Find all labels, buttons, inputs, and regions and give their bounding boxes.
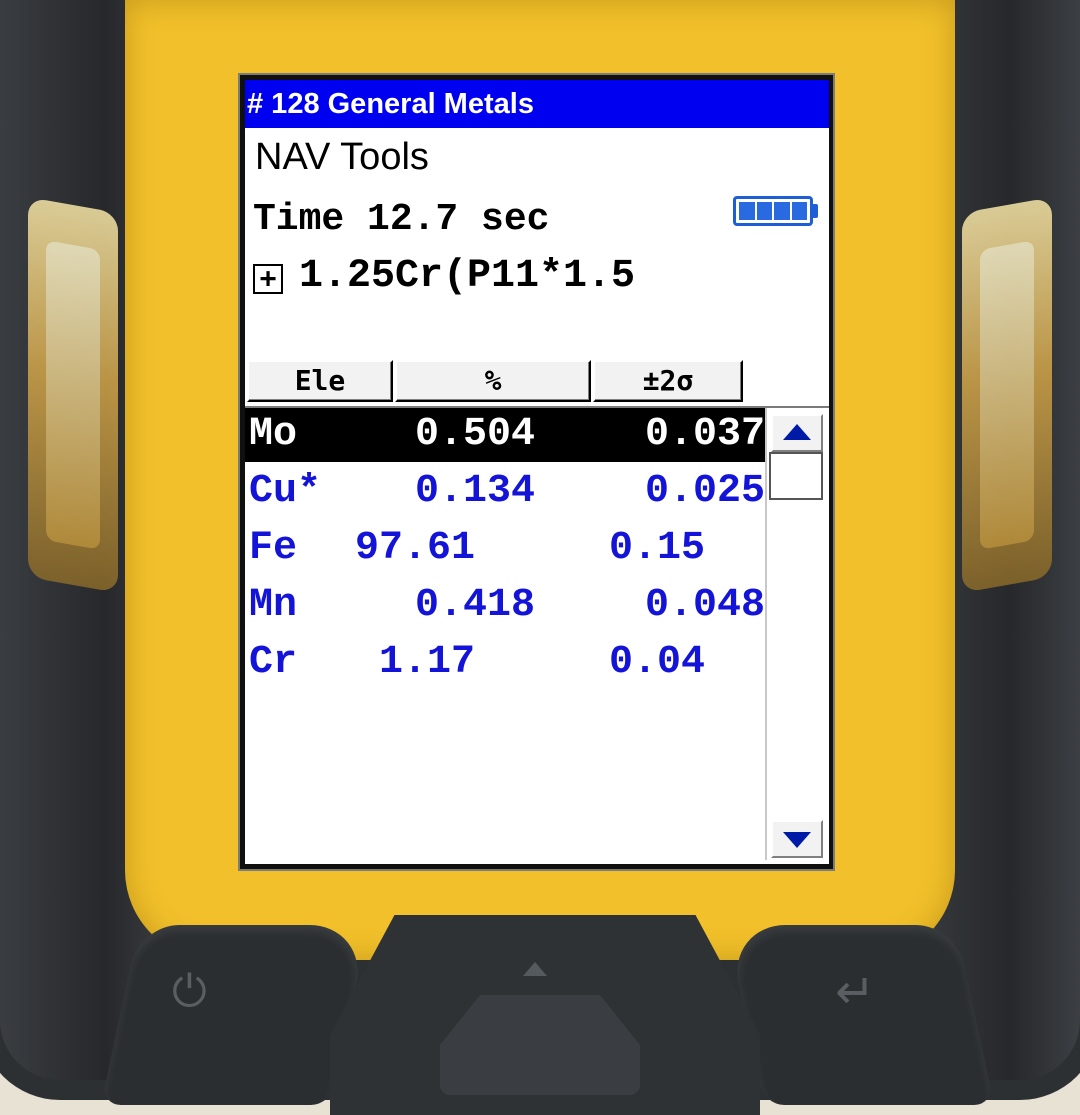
enter-icon: ↵	[835, 964, 876, 1020]
power-icon: ⏻	[172, 966, 207, 1017]
scroll-down-button[interactable]	[771, 820, 823, 858]
table-row[interactable]: Fe 97.61 0.15	[245, 522, 765, 576]
row-element: Mo	[249, 412, 298, 457]
screen: # 128 General Metals NAV Tools Time 12.7…	[245, 80, 829, 864]
expand-icon[interactable]: +	[253, 264, 283, 294]
row-element: Cu*	[249, 469, 322, 514]
table-row[interactable]: Cu* 0.134 0.025	[245, 465, 765, 519]
left-indicator-light	[28, 197, 118, 593]
row-error: 0.025	[644, 469, 765, 514]
column-header-error[interactable]: ±2σ	[593, 360, 743, 402]
scroll-down-arrow-icon	[783, 832, 811, 848]
table-row[interactable]: Mn 0.418 0.048	[245, 579, 765, 633]
row-error: 0.04	[608, 640, 705, 685]
power-button[interactable]	[100, 925, 370, 1105]
row-element: Mn	[249, 583, 298, 628]
title-bar: # 128 General Metals	[245, 80, 829, 128]
row-value: 0.418	[414, 583, 535, 628]
nav-center-button[interactable]	[440, 995, 640, 1095]
battery-tip	[813, 204, 818, 218]
results-list[interactable]: Mo 0.504 0.037 Cu* 0.134 0.025 Fe 97.61 …	[245, 406, 829, 864]
scroll-up-arrow-icon	[783, 424, 811, 440]
column-header-element[interactable]: Ele	[247, 360, 393, 402]
row-value: 0.504	[414, 412, 535, 457]
row-value: 1.17	[378, 640, 475, 685]
test-time: Time 12.7 sec	[253, 198, 550, 241]
menu-title[interactable]: NAV Tools	[255, 136, 429, 179]
row-error: 0.048	[644, 583, 765, 628]
row-value: 97.61	[354, 526, 475, 571]
row-value: 0.134	[414, 469, 535, 514]
row-element: Fe	[249, 526, 298, 571]
right-indicator-light	[962, 197, 1052, 593]
table-row[interactable]: Mo 0.504 0.037	[245, 408, 765, 462]
scroll-up-button[interactable]	[771, 414, 823, 452]
table-row[interactable]: Cr 1.17 0.04	[245, 636, 765, 690]
nav-up-arrow-icon	[523, 962, 547, 976]
row-element: Cr	[249, 640, 298, 685]
scrollbar-thumb[interactable]	[769, 452, 823, 500]
row-error: 0.15	[608, 526, 705, 571]
alloy-match: 1.25Cr(P11*1.5	[299, 254, 636, 299]
battery-icon	[733, 196, 813, 226]
row-error: 0.037	[644, 412, 765, 457]
column-header-percent[interactable]: %	[395, 360, 591, 402]
